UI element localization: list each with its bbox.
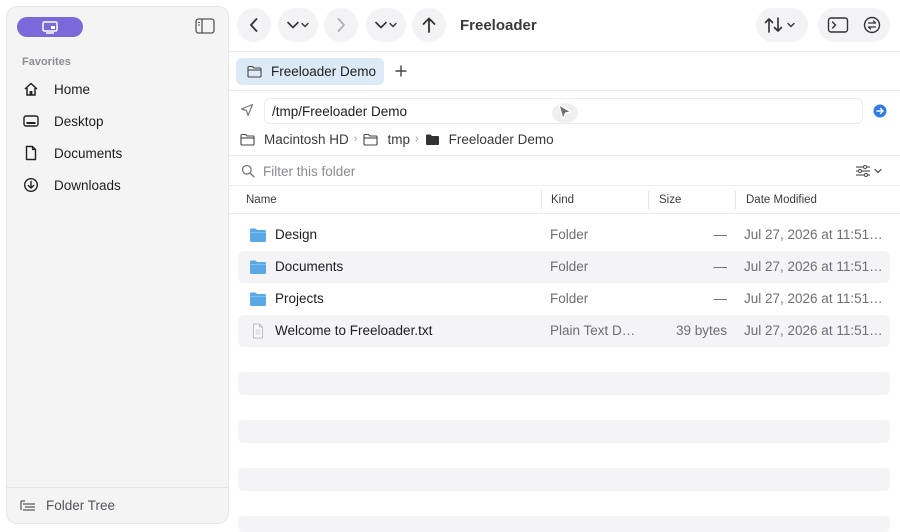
sidebar-item-label: Downloads xyxy=(54,177,121,193)
chevron-down-icon xyxy=(375,21,397,29)
chevron-right-icon: › xyxy=(353,133,358,145)
tab-freeloader-demo[interactable]: Freeloader Demo xyxy=(236,58,384,85)
file-kind: Folder xyxy=(550,259,589,274)
file-name: Design xyxy=(275,227,318,242)
favorites-heading: Favorites xyxy=(22,56,71,68)
table-header: Name Kind Size Date Modified xyxy=(229,186,900,214)
file-kind: Plain Text Do… xyxy=(550,323,642,338)
chevron-down-icon xyxy=(287,21,309,29)
column-divider[interactable] xyxy=(648,191,649,209)
sidebar: Favorites Home Desktop Documents Downloa… xyxy=(6,6,229,524)
view-options-button[interactable] xyxy=(855,163,885,179)
window-title: Freeloader xyxy=(460,17,537,34)
plus-icon xyxy=(395,65,407,77)
sidebar-item-home[interactable]: Home xyxy=(22,77,222,101)
folder-outline-icon xyxy=(363,133,379,146)
empty-row xyxy=(238,468,890,491)
empty-row xyxy=(238,420,890,443)
file-date: Jul 27, 2026 at 11:51… xyxy=(744,291,883,306)
tab-label: Freeloader Demo xyxy=(271,64,377,79)
sidebar-item-label: Desktop xyxy=(54,113,104,129)
table-row[interactable]: Documents Folder — Jul 27, 2026 at 11:51… xyxy=(238,251,890,283)
toolbar: Freeloader xyxy=(229,0,900,52)
terminal-icon[interactable] xyxy=(827,16,849,34)
file-name: Documents xyxy=(275,259,344,274)
column-divider[interactable] xyxy=(541,191,542,209)
sidebar-item-documents[interactable]: Documents xyxy=(22,141,222,165)
folder-tree-button[interactable]: Folder Tree xyxy=(7,487,228,523)
tab-bar: Freeloader Demo xyxy=(229,52,900,91)
computer-icon xyxy=(42,21,58,34)
sidebar-item-label: Documents xyxy=(54,145,123,161)
back-history-button[interactable] xyxy=(278,8,318,42)
breadcrumb-item[interactable]: tmp xyxy=(363,132,410,147)
forward-button[interactable] xyxy=(324,8,358,42)
table-row[interactable]: Design Folder — Jul 27, 2026 at 11:51… xyxy=(238,219,890,251)
chevron-right-icon: › xyxy=(414,133,419,145)
chevron-left-icon xyxy=(250,18,258,32)
document-icon xyxy=(22,144,40,162)
breadcrumb-item[interactable]: Macintosh HD xyxy=(240,132,349,147)
empty-row xyxy=(238,516,890,532)
breadcrumb-label: Macintosh HD xyxy=(264,131,349,147)
location-switcher-button[interactable] xyxy=(17,17,83,37)
sidebar-item-downloads[interactable]: Downloads xyxy=(22,173,222,197)
breadcrumb-label: tmp xyxy=(387,131,410,147)
house-icon xyxy=(22,80,40,98)
text-file-icon xyxy=(253,323,263,339)
folder-tree-label: Folder Tree xyxy=(46,498,116,513)
file-kind: Folder xyxy=(550,227,589,242)
sort-button[interactable] xyxy=(756,8,808,42)
arrow-up-icon xyxy=(422,17,436,33)
sidebar-item-label: Home xyxy=(54,81,91,97)
breadcrumb-item[interactable]: Freeloader Demo xyxy=(425,132,554,147)
breadcrumb: Macintosh HD › tmp › Freeloader Demo xyxy=(240,130,554,148)
file-size: 39 bytes xyxy=(675,323,727,338)
column-header-date-modified[interactable]: Date Modified xyxy=(746,194,817,206)
filter-bar xyxy=(229,155,900,186)
new-tab-button[interactable] xyxy=(391,61,411,81)
file-size: — xyxy=(713,291,728,306)
folder-outline-icon xyxy=(240,133,255,146)
actions-circle-icon[interactable] xyxy=(863,16,881,34)
table-row[interactable]: Projects Folder — Jul 27, 2026 at 11:51… xyxy=(238,283,890,315)
chevron-right-icon xyxy=(337,18,345,32)
sidebar-toggle-icon[interactable] xyxy=(195,18,215,34)
location-arrow-icon xyxy=(240,103,254,117)
parent-folder-button[interactable] xyxy=(412,8,446,42)
search-icon xyxy=(241,164,255,178)
breadcrumb-label: Freeloader Demo xyxy=(448,131,554,147)
terminal-actions-group xyxy=(818,8,890,42)
sort-arrows-icon xyxy=(764,17,795,33)
column-header-size[interactable]: Size xyxy=(659,194,681,206)
sidebar-item-desktop[interactable]: Desktop xyxy=(22,109,222,133)
folder-filled-icon xyxy=(425,134,439,145)
folder-icon xyxy=(250,292,266,306)
back-button[interactable] xyxy=(237,8,271,42)
sliders-icon xyxy=(856,164,882,178)
desktop-icon xyxy=(22,112,40,130)
column-header-kind[interactable]: Kind xyxy=(551,194,574,206)
file-kind: Folder xyxy=(550,291,589,306)
go-arrow-icon[interactable] xyxy=(873,104,887,118)
file-date: Jul 27, 2026 at 11:51… xyxy=(744,323,883,338)
download-icon xyxy=(22,176,40,194)
file-size: — xyxy=(713,227,728,242)
folder-icon xyxy=(250,228,266,242)
file-date: Jul 27, 2026 at 11:51… xyxy=(744,259,883,274)
column-divider[interactable] xyxy=(735,191,736,209)
table-row[interactable]: Welcome to Freeloader.txt Plain Text Do…… xyxy=(238,315,890,347)
mouse-pointer-icon xyxy=(552,103,578,123)
column-header-name[interactable]: Name xyxy=(246,194,277,206)
folder-tree-icon xyxy=(20,499,35,511)
file-name: Projects xyxy=(275,291,324,306)
empty-row xyxy=(238,372,890,395)
file-name: Welcome to Freeloader.txt xyxy=(275,323,433,338)
folder-icon xyxy=(250,260,266,274)
file-size: — xyxy=(713,259,728,274)
filter-input[interactable] xyxy=(263,161,823,181)
folder-outline-icon xyxy=(247,65,262,78)
file-date: Jul 27, 2026 at 11:51… xyxy=(744,227,883,242)
forward-history-button[interactable] xyxy=(366,8,406,42)
